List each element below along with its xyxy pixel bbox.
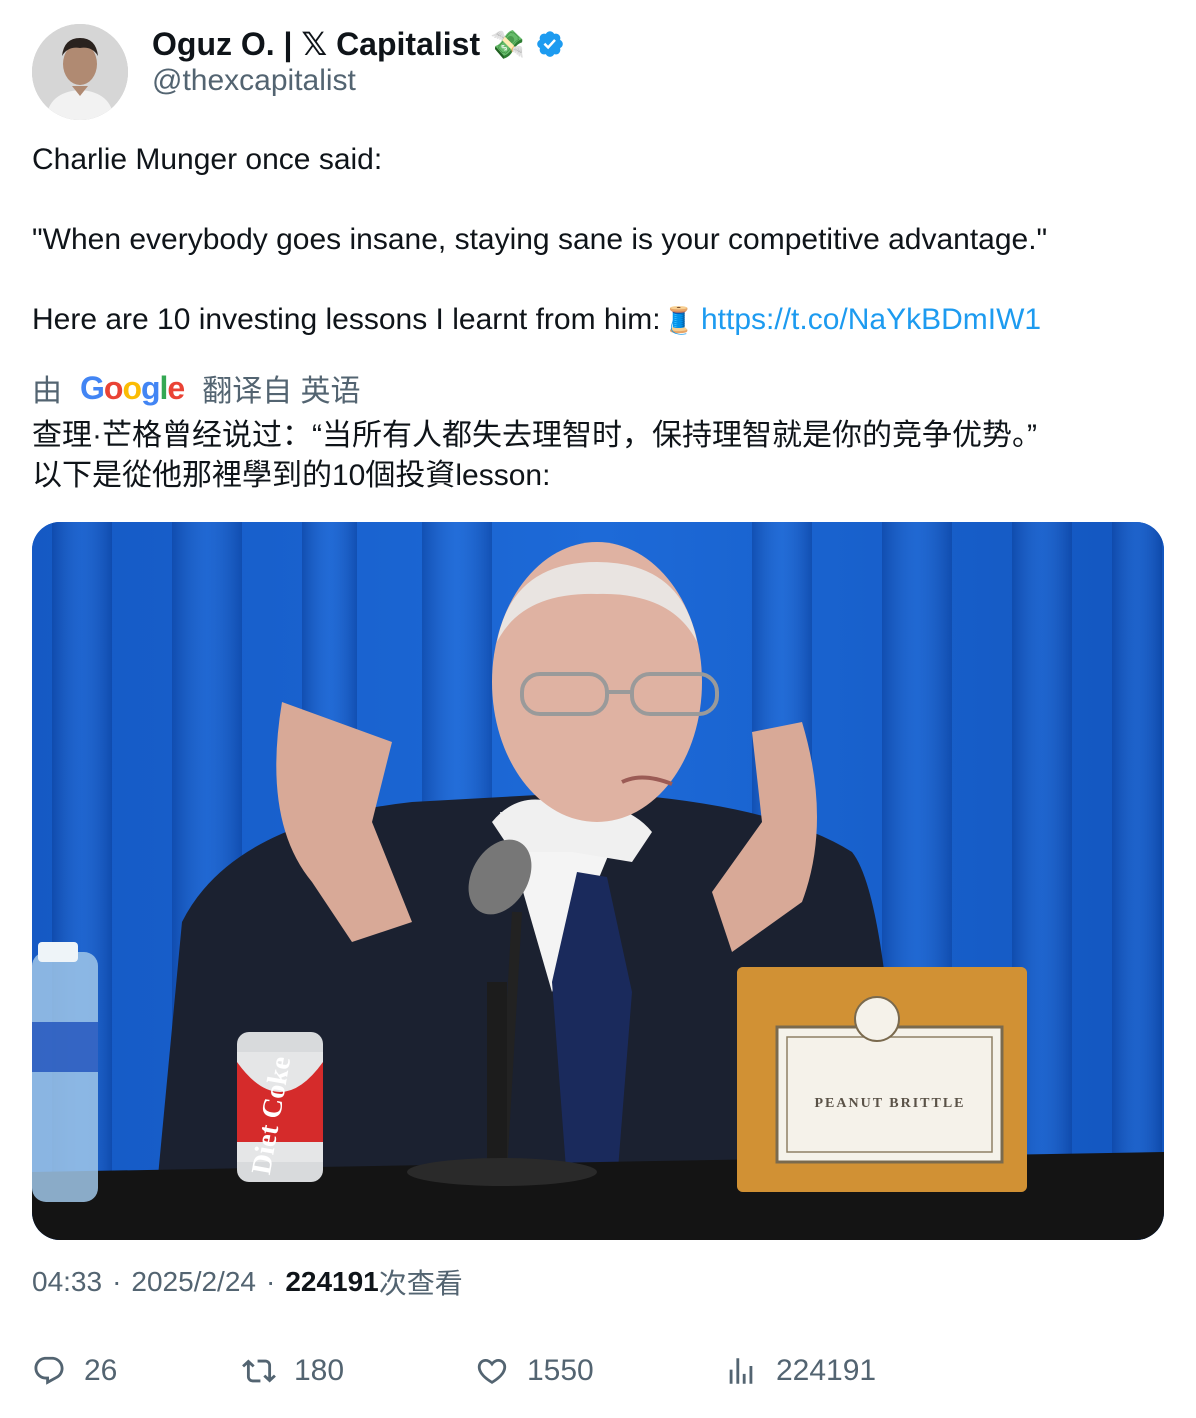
tweet-actions: 26 180 1550 224191 [32,1346,1162,1396]
google-logo-letter: G [80,369,105,406]
reply-button[interactable]: 26 [32,1346,117,1396]
translation-by-label: 由 [32,375,62,408]
reply-icon [34,1356,64,1385]
reply-count: 26 [84,1354,118,1387]
meta-separator: · [112,1266,122,1297]
views-action-count: 224191 [776,1354,877,1387]
translated-line-1: 查理·芒格曾经说过：“当所有人都失去理智时，保持理智就是你的竞争优势。” [32,419,1037,452]
retweet-icon [242,1359,276,1383]
google-logo: Google [80,369,185,407]
heart-icon [477,1358,507,1384]
google-logo-letter: e [167,369,185,406]
meta-separator: · [265,1266,276,1297]
tweet-line-2: "When everybody goes insane, staying san… [32,223,1048,256]
display-name[interactable]: Oguz O. | 𝕏 Capitalist [152,25,480,63]
google-logo-letter: o [122,369,142,406]
translated-line-2: 以下是從他那裡學到的10個投資lesson: [32,459,551,492]
thread-emoji: 🧵 [662,305,695,335]
tweet-line-1: Charlie Munger once said: [32,143,383,176]
author-name-row[interactable]: Oguz O. | 𝕏 Capitalist 💸 [152,24,565,64]
views-suffix: 次查看 [378,1268,463,1299]
box-label: PEANUT BRITTLE [814,1096,965,1111]
views-button[interactable]: 224191 [724,1346,876,1396]
translated-text: 查理·芒格曾经说过：“当所有人都失去理智时，保持理智就是你的竞争优势。” 以下是… [32,416,1162,496]
money-emoji: 💸 [490,28,525,60]
google-logo-letter: o [103,369,124,406]
views-count: 224191 [285,1266,379,1297]
tweet-header: Oguz O. | 𝕏 Capitalist 💸 @thexcapitalist [32,24,1162,120]
tweet-photo[interactable]: Diet Coke PEANUT BRITTLE [32,522,1164,1240]
translated-from-label[interactable]: 翻译自 英语 [202,366,360,410]
author-handle[interactable]: @thexcapitalist [152,64,356,98]
tweet-meta: 04:33 · 2025/2/24 · 224191 次查看 [32,1262,463,1302]
tweet-line-3-text: Here are 10 investing lessons I learnt f… [32,303,661,336]
like-button[interactable]: 1550 [475,1346,594,1396]
tweet-link[interactable]: https://t.co/NaYkBDmIW1 [701,303,1041,336]
verified-badge-icon [537,31,563,57]
tweet-line-3: Here are 10 investing lessons I learnt f… [32,300,1162,340]
tweet-time[interactable]: 04:33 [32,1266,102,1298]
tweet-text: Charlie Munger once said: "When everybod… [32,140,1162,340]
tweet-date[interactable]: 2025/2/24 [131,1266,256,1298]
avatar[interactable] [32,24,128,120]
retweet-count: 180 [294,1354,345,1387]
google-logo-letter: g [140,369,161,406]
analytics-icon [729,1358,753,1384]
retweet-button[interactable]: 180 [242,1346,344,1396]
like-count: 1550 [527,1354,594,1387]
translation-attribution: 由 Google 翻译自 英语 [32,366,361,410]
